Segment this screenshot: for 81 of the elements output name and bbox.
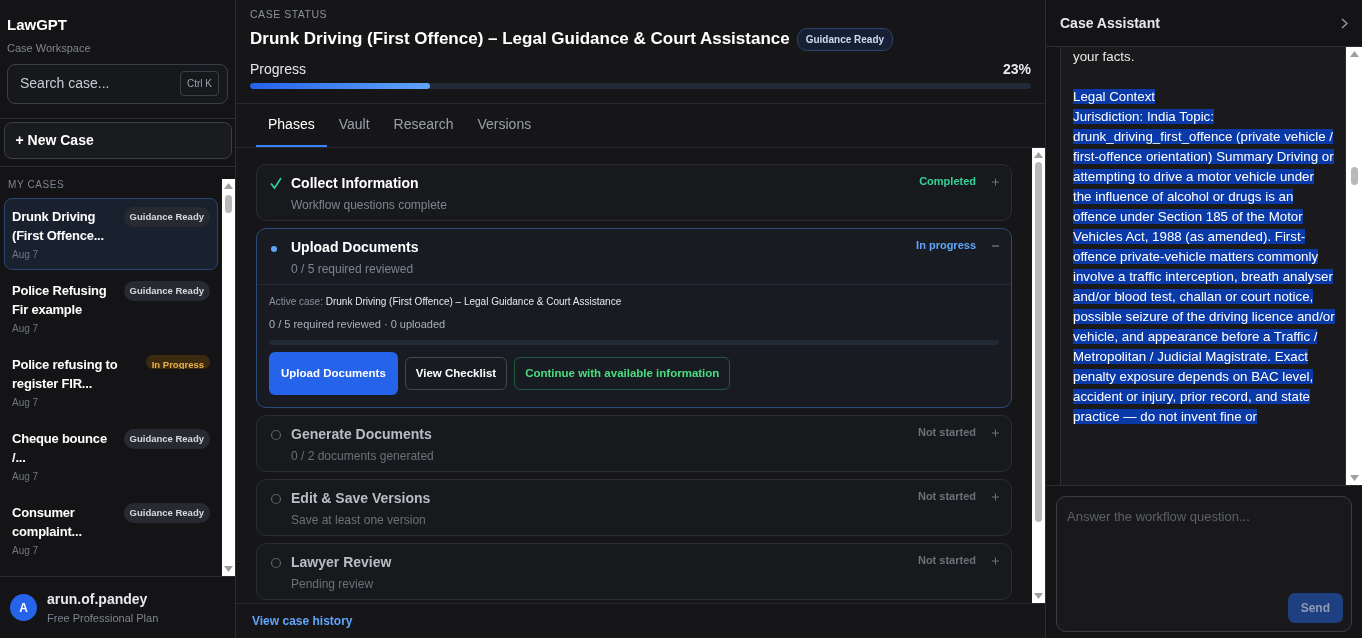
phase-title: Collect Information (291, 174, 420, 194)
up-arrow-icon[interactable] (1349, 51, 1359, 57)
circle-icon (269, 555, 283, 569)
case-title: Drunk Driving (First Offence... (12, 208, 105, 245)
app-title: LawGPT (7, 15, 68, 35)
scrollbar-thumb[interactable] (225, 195, 232, 213)
case-title: Police Refusing Fir example (12, 282, 108, 319)
summary-text: 0 / 5 required reviewed · 0 uploaded (269, 317, 447, 333)
status-badge: Guidance Ready (123, 503, 210, 524)
section-label: CASE STATUS (250, 7, 329, 22)
history-link[interactable]: View case history (252, 612, 353, 630)
phase-title: Lawyer Review (291, 553, 393, 572)
search-field[interactable]: Search case... Ctrl K (7, 63, 228, 104)
status-badge: Guidance Ready (123, 207, 210, 228)
user-name: arun.of.pandey (47, 589, 149, 609)
down-arrow-icon[interactable] (224, 566, 233, 572)
panel-title: Case Assistant (1060, 13, 1160, 33)
phase-title: Edit & Save Versions (291, 489, 432, 508)
phase-status: Not started (917, 489, 976, 504)
message-text: Legal Context (1073, 88, 1157, 106)
active-case-text: Active case: Drunk Driving (First Offence) – Legal Guidance & Court Assistance (269, 295, 623, 310)
up-arrow-icon[interactable] (1034, 152, 1043, 159)
message-input[interactable]: Answer the workflow question... Send (1056, 496, 1352, 632)
check-icon (269, 176, 283, 191)
phase-title: Generate Documents (291, 425, 433, 444)
phase-subtitle: 0 / 5 required reviewed (291, 261, 415, 279)
case-item[interactable]: Cheque bounce /... Guidance Ready Aug 7 (4, 420, 218, 492)
tab[interactable]: Phases (256, 104, 327, 148)
scrollbar[interactable] (1032, 148, 1045, 603)
chevron-icon[interactable] (1341, 17, 1348, 29)
phase-title: Upload Documents (291, 238, 420, 258)
scrollbar-thumb[interactable] (1350, 167, 1358, 185)
user-plan: Free Professional Plan (47, 610, 159, 626)
case-date: Aug 7 (12, 248, 40, 262)
tab[interactable]: Versions (465, 104, 544, 148)
case-title: Cheque bounce /... (12, 430, 108, 467)
tab[interactable]: Vault (326, 104, 382, 148)
case-date: Aug 7 (12, 544, 40, 558)
down-arrow-icon[interactable] (1349, 475, 1359, 481)
send-button[interactable]: Send (1287, 593, 1343, 623)
app-subtitle: Case Workspace (7, 41, 92, 56)
phase-status: In progress (916, 238, 976, 254)
message-text: your facts. (1073, 48, 1136, 66)
circle-icon (269, 491, 283, 505)
case-item[interactable]: Drunk Driving (First Offence... Guidance Ready Aug 7 (4, 198, 218, 270)
phase-subtitle: Pending review (291, 576, 375, 593)
case-title: Police refusing to register FIR... (12, 356, 119, 393)
phase-subtitle: Save at least one version (291, 512, 427, 529)
message-text: Jurisdiction: India Topic: drunk_driving_first_offence (private vehicle / first-offence orientation) Summary Driving or attempting to drive a motor vehicle under the influence of alcohol or drugs is an offence under Section 185 of the Motor Vehicles Act, 1988 (as amended). First-offence private-vehicle matters commonly involve a traffic interception, breath analyser and/or blood test, challan or court notice, possible seizure of the driving licence and/or vehicle, and appearance before a Traffic / Metropolitan / Judicial Magistrate. Exact penalty exposure depends on BAC level, accident or injury, prior record, and state practice — do not invent fine or (1073, 108, 1335, 426)
case-item[interactable]: Consumer complaint... Guidance Ready Aug 7 (4, 494, 218, 566)
section-label: MY CASES (7, 178, 66, 192)
case-title: Consumer complaint... (12, 504, 83, 541)
up-arrow-icon[interactable] (224, 183, 233, 189)
status-badge: Guidance Ready (123, 429, 210, 450)
status-badge: Guidance Ready (796, 27, 894, 51)
upload-button[interactable]: Upload Documents (269, 351, 398, 395)
case-date: Aug 7 (12, 322, 40, 336)
scrollbar[interactable] (222, 179, 235, 576)
phase-status: Completed (919, 174, 976, 190)
down-arrow-icon[interactable] (1034, 593, 1043, 599)
status-badge: Guidance Ready (123, 281, 210, 302)
phase-status: Not started (917, 425, 976, 440)
user-avatar: A (10, 594, 37, 621)
case-date: Aug 7 (12, 470, 40, 484)
case-date: Aug 7 (12, 396, 40, 410)
progress-value: 23% (1002, 59, 1031, 79)
shortcut-hint: Ctrl K (180, 71, 219, 96)
case-item[interactable]: Police Refusing Fir example Guidance Ready Aug 7 (4, 272, 218, 344)
tab[interactable]: Research (381, 104, 466, 148)
new-case-button[interactable]: + New Case (3, 122, 232, 159)
circle-icon (269, 427, 283, 441)
scrollbar[interactable] (1346, 47, 1362, 485)
progress-label: Progress (250, 59, 307, 79)
checklist-button[interactable]: View Checklist (404, 356, 508, 390)
phase-subtitle: Workflow questions complete (291, 197, 448, 215)
continue-button[interactable]: Continue with available information (514, 356, 731, 390)
phase-status: Not started (917, 553, 976, 568)
scrollbar-thumb[interactable] (1035, 162, 1042, 523)
phase-subtitle: 0 / 2 documents generated (291, 448, 435, 465)
search-input[interactable]: Search case... (18, 72, 180, 95)
case-title: Drunk Driving (First Offence) – Legal Guidance & Court Assistance (250, 28, 790, 51)
